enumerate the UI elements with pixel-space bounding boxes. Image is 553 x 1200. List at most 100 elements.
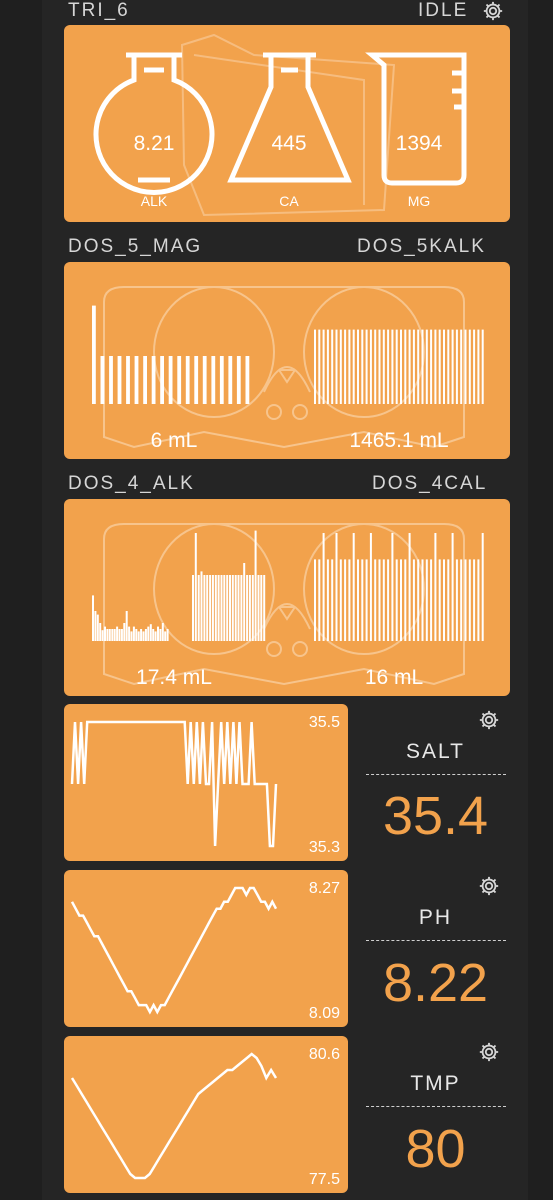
dos4-left-small-bar [108, 629, 111, 641]
ca-value: 445 [271, 132, 307, 155]
dos4-left-bar [246, 575, 249, 641]
ph-chart-card[interactable]: 8.27 8.09 [64, 870, 348, 1027]
dos5-right-bar [473, 329, 476, 404]
tmp-value: 80 [405, 1119, 466, 1179]
titration-card[interactable]: 8.21 ALK 445 CA 1394 MG [64, 25, 510, 222]
dos4-right-bar [365, 559, 368, 641]
dos5-right-bar [348, 329, 351, 404]
dos4-right-bar [464, 559, 467, 641]
dos4-right-bar [369, 533, 372, 641]
dos4-left-bar [234, 575, 237, 641]
dos4-left-bar [194, 533, 197, 641]
dos5-left-bar [219, 356, 224, 404]
dos4-left-small-bar [164, 631, 167, 641]
dos5-right-bar [468, 329, 471, 404]
salt-gear-icon[interactable] [478, 709, 500, 731]
gear-icon[interactable] [482, 0, 504, 22]
salt-title: SALT [406, 740, 465, 763]
dos4-left-bar [200, 571, 203, 641]
dos5-right-bar [357, 329, 359, 404]
tmp-divider [366, 1106, 506, 1107]
dos4-left-small-bar [123, 623, 126, 641]
dos4-left-small-bar [125, 611, 128, 641]
dos5-right-bar [352, 329, 355, 404]
dos5-left-bar [168, 356, 173, 404]
dos4-left-small-bar [149, 624, 152, 641]
dos4-left-bar [263, 575, 266, 641]
dos4-left-bar [211, 575, 214, 641]
dos4-right-bar [443, 559, 445, 641]
dos4-left-value: 17.4 mL [136, 666, 212, 689]
dos4-left-small-bar [132, 626, 135, 641]
dos5-left-value: 6 mL [150, 429, 198, 452]
dos4-right-bar [421, 559, 424, 641]
dos5-right-bar [404, 329, 407, 404]
dos4-right-name: DOS_4CAL [372, 473, 488, 494]
dos4-left-small-bar [120, 629, 123, 641]
salt-chart-card[interactable]: 35.5 35.3 [64, 704, 348, 861]
dos4-left-bar [254, 530, 257, 641]
dos4-left-bar [217, 575, 220, 641]
dos4-left-bar [251, 575, 254, 641]
dos4-left-small-bar [111, 629, 114, 641]
dos4-right-bar [417, 559, 420, 641]
dos4-right-bar [434, 533, 437, 641]
dos5-right-bar [322, 329, 325, 404]
dos4-right-bar [430, 559, 433, 641]
dos4-left-small-bar [116, 626, 119, 641]
dos4-left-small-bar [157, 626, 159, 641]
dos4-left-small-bar [159, 629, 162, 641]
dos4-left-bar [231, 575, 234, 641]
dos5-left-bar [228, 356, 233, 404]
dos5-left-bar [245, 356, 250, 404]
dos5-left-bar [236, 356, 241, 404]
dos5-left-bar [202, 356, 207, 404]
dos4-right-bar [387, 559, 390, 641]
salt-y-max: 35.5 [308, 714, 340, 731]
dos5-right-bar [434, 329, 437, 404]
dos4-left-small-bar [92, 595, 94, 641]
dos4-left-small-bar [118, 629, 121, 641]
dos5-right-bar [438, 329, 441, 404]
dos4-left-bar [257, 575, 260, 641]
dos4-right-bar [395, 559, 398, 641]
dos4-right-bar [391, 533, 394, 641]
dos4-card[interactable]: 17.4 mL 16 mL [64, 499, 510, 696]
dos4-left-small-bar [130, 631, 133, 641]
dos5-card[interactable]: 6 mL 1465.1 mL [64, 262, 510, 459]
ph-gear-icon[interactable] [478, 875, 500, 897]
mg-label: MG [407, 193, 431, 209]
dos5-right-bar [412, 329, 415, 404]
tri-device-name: TRI_6 [68, 0, 130, 21]
erlenmeyer-flask-icon [227, 52, 352, 183]
dos4-right-bar [314, 559, 316, 641]
ph-value: 8.22 [382, 953, 489, 1013]
dos5-left-bar [126, 356, 130, 404]
dos5-right-bar [395, 329, 398, 404]
dos4-left-small-bar [147, 626, 150, 641]
dos5-left-bar [151, 356, 156, 404]
dos4-left-small-bar [137, 631, 140, 641]
dos5-left-bar [185, 356, 190, 404]
dos5-left-name: DOS_5_MAG [68, 236, 203, 257]
dos4-left-bar [223, 575, 226, 641]
dos4-right-bar [455, 559, 458, 641]
dos5-right-bar [335, 329, 338, 404]
dos4-left-bar [229, 575, 231, 641]
dos4-left-small-bar [96, 614, 99, 641]
dos5-right-bar [455, 329, 458, 404]
dos4-right-bar [408, 533, 411, 641]
dos4-left-bar [226, 575, 229, 641]
tmp-gear-icon[interactable] [478, 1041, 500, 1063]
dos4-right-value: 16 mL [364, 666, 424, 689]
round-flask-icon [93, 52, 215, 195]
dos4-left-small-bar [161, 623, 164, 641]
tmp-chart-card[interactable]: 80.6 77.5 [64, 1036, 348, 1193]
dos4-left-small-bar [154, 631, 157, 641]
dos5-right-bar [344, 329, 347, 404]
dos5-right-bar [451, 329, 454, 404]
dos5-right-bar [391, 329, 394, 404]
dos5-right-bar [387, 329, 390, 404]
ph-divider [366, 940, 506, 941]
dos5-right-bar [369, 329, 372, 404]
